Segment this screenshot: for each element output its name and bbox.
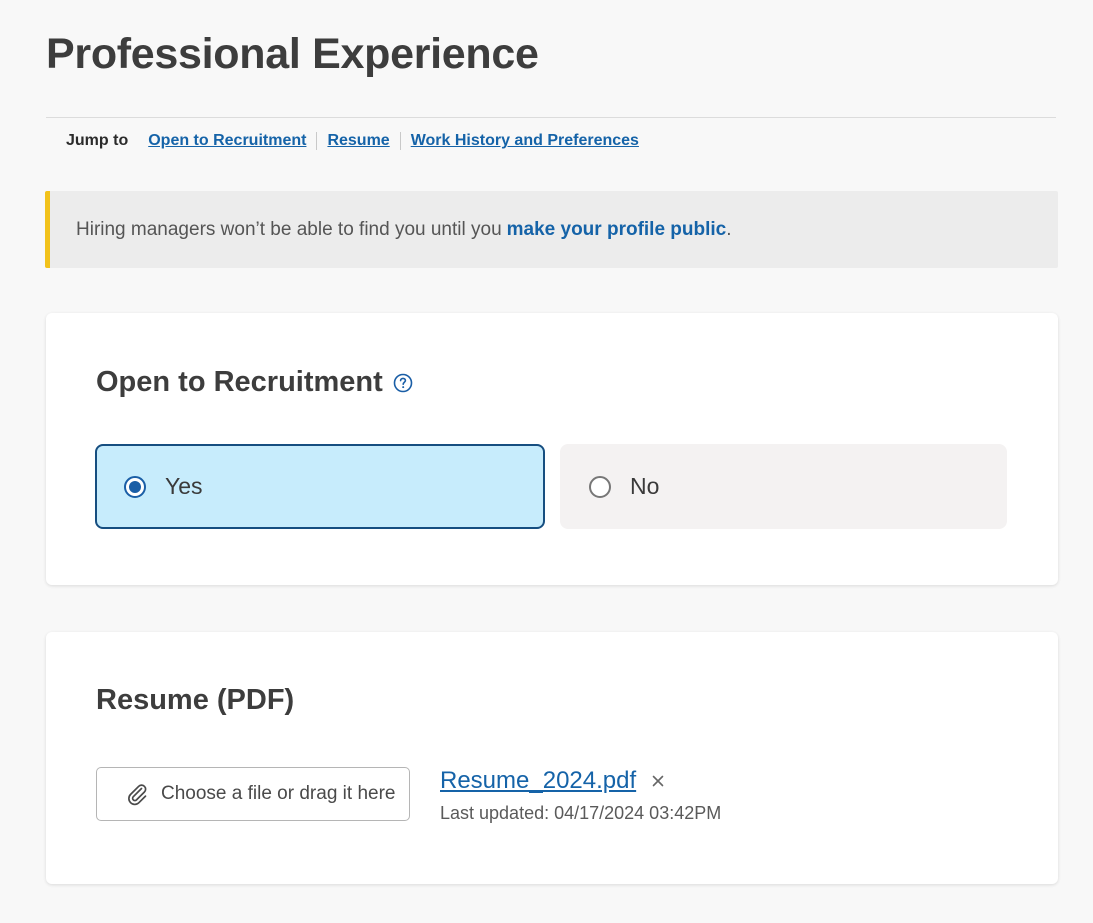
radio-button-selected[interactable] <box>124 475 146 498</box>
paperclip-icon <box>125 782 149 806</box>
jump-link-open-to-recruitment[interactable]: Open to Recruitment <box>148 132 306 150</box>
jump-link-resume[interactable]: Resume <box>327 132 389 150</box>
resume-heading: Resume (PDF) <box>96 684 295 716</box>
close-icon[interactable] <box>651 774 665 788</box>
jump-to-label: Jump to <box>66 132 129 149</box>
last-updated-text: Last updated: 04/17/2024 03:42PM <box>440 803 722 823</box>
jump-separator <box>399 132 401 150</box>
make-profile-public-link[interactable]: make your profile public <box>507 219 727 241</box>
alert-suffix: . <box>726 218 732 240</box>
resume-file-link[interactable]: Resume_2024.pdf <box>440 767 636 795</box>
jump-link-work-history[interactable]: Work History and Preferences <box>411 132 639 150</box>
page-title: Professional Experience <box>46 30 539 78</box>
uploaded-file-info: Resume_2024.pdf Last updated: 04/17/2024… <box>440 765 721 824</box>
radio-button-unselected[interactable] <box>589 475 611 498</box>
visibility-alert: Hiring managers won’t be able to find yo… <box>45 191 1058 268</box>
radio-label-yes: Yes <box>165 473 203 499</box>
choose-file-label: Choose a file or drag it here <box>161 783 396 804</box>
open-to-recruitment-title: Open to Recruitment <box>96 366 383 398</box>
question-circle-icon[interactable] <box>393 373 413 393</box>
jump-nav: Jump to Open to Recruitment Resume Work … <box>66 130 639 152</box>
title-divider <box>46 117 1056 118</box>
radio-option-no[interactable]: No <box>560 444 1007 529</box>
open-to-recruitment-heading: Open to Recruitment <box>96 366 413 399</box>
radio-option-yes[interactable]: Yes <box>95 444 545 529</box>
open-to-recruitment-card: Open to Recruitment Yes No <box>46 313 1058 585</box>
alert-text: Hiring managers won’t be able to find yo… <box>76 218 502 240</box>
jump-separator <box>316 132 318 150</box>
radio-label-no: No <box>630 473 660 499</box>
file-link-row: Resume_2024.pdf <box>440 765 721 797</box>
choose-file-button[interactable]: Choose a file or drag it here <box>96 767 410 821</box>
resume-card: Resume (PDF) Choose a file or drag it he… <box>46 632 1058 884</box>
